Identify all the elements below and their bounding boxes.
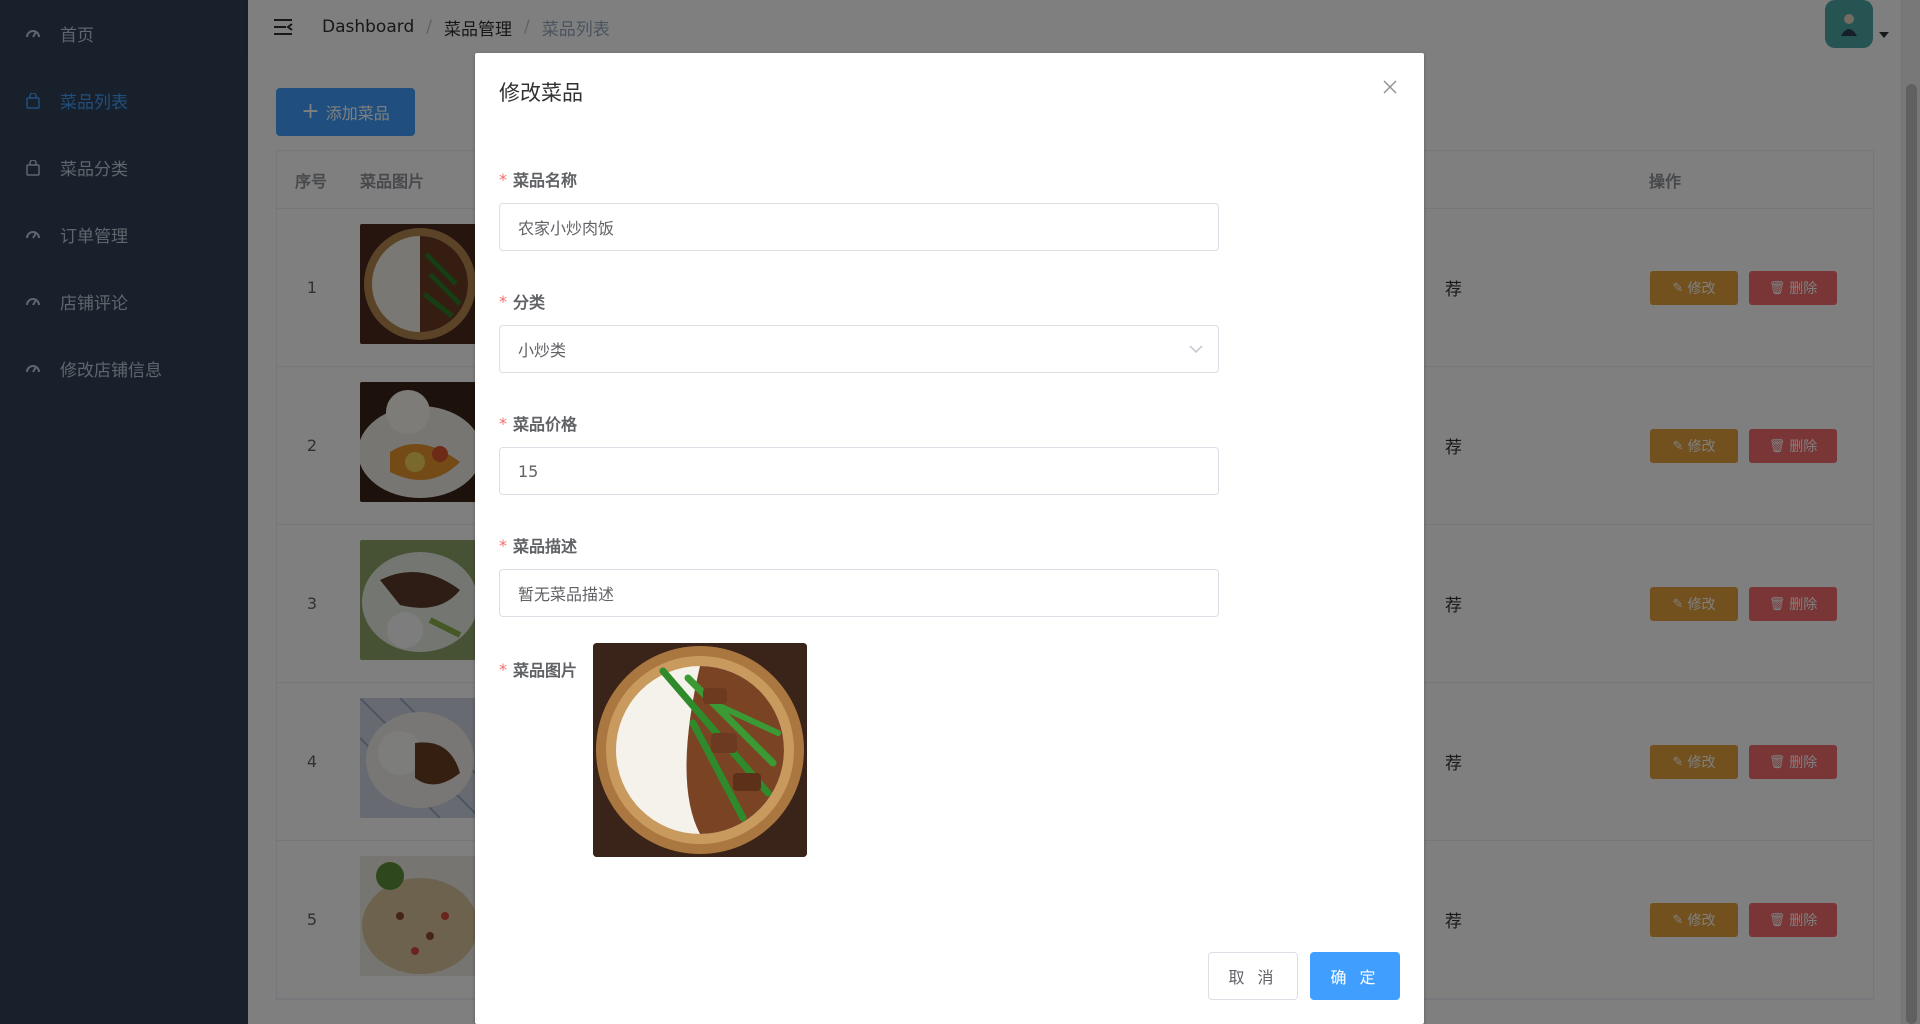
- price-label: 菜品价格: [513, 415, 578, 434]
- cancel-button[interactable]: 取 消: [1208, 952, 1298, 1000]
- form-item-name: * 菜品名称 农家小炒肉饭: [499, 167, 1219, 251]
- dialog-footer: 取 消 确 定: [1208, 952, 1400, 1000]
- category-select[interactable]: 小炒类: [499, 325, 1219, 373]
- close-icon[interactable]: [1378, 75, 1402, 99]
- description-label: 菜品描述: [513, 537, 578, 556]
- price-input[interactable]: 15: [499, 447, 1219, 495]
- confirm-button[interactable]: 确 定: [1310, 952, 1400, 1000]
- dish-image-upload[interactable]: [593, 643, 808, 857]
- description-input[interactable]: 暂无菜品描述: [499, 569, 1219, 617]
- form-item-price: * 菜品价格 15: [499, 411, 1219, 495]
- form-label: * 分类: [499, 289, 1219, 313]
- form-item-description: * 菜品描述 暂无菜品描述: [499, 533, 1219, 617]
- dish-name-input[interactable]: 农家小炒肉饭: [499, 203, 1219, 251]
- form-label: * 菜品名称: [499, 167, 1219, 191]
- name-label: 菜品名称: [513, 171, 578, 190]
- category-label: 分类: [513, 293, 546, 312]
- dialog-title: 修改菜品: [499, 81, 583, 105]
- edit-dish-dialog: 修改菜品 * 菜品名称 农家小炒肉饭 * 分类 小炒类 * 菜品价格 15 * 菜品描述…: [475, 53, 1424, 1024]
- form-label: * 菜品价格: [499, 411, 1219, 435]
- required-mark: *: [499, 291, 507, 311]
- form-label: * 菜品图片: [499, 657, 577, 681]
- chevron-down-icon[interactable]: [1189, 339, 1203, 358]
- required-mark: *: [499, 659, 507, 679]
- required-mark: *: [499, 413, 507, 433]
- required-mark: *: [499, 169, 507, 189]
- form-item-image: * 菜品图片: [499, 643, 808, 857]
- image-label: 菜品图片: [513, 661, 578, 680]
- form-label: * 菜品描述: [499, 533, 1219, 557]
- required-mark: *: [499, 535, 507, 555]
- form-item-category: * 分类 小炒类: [499, 289, 1219, 373]
